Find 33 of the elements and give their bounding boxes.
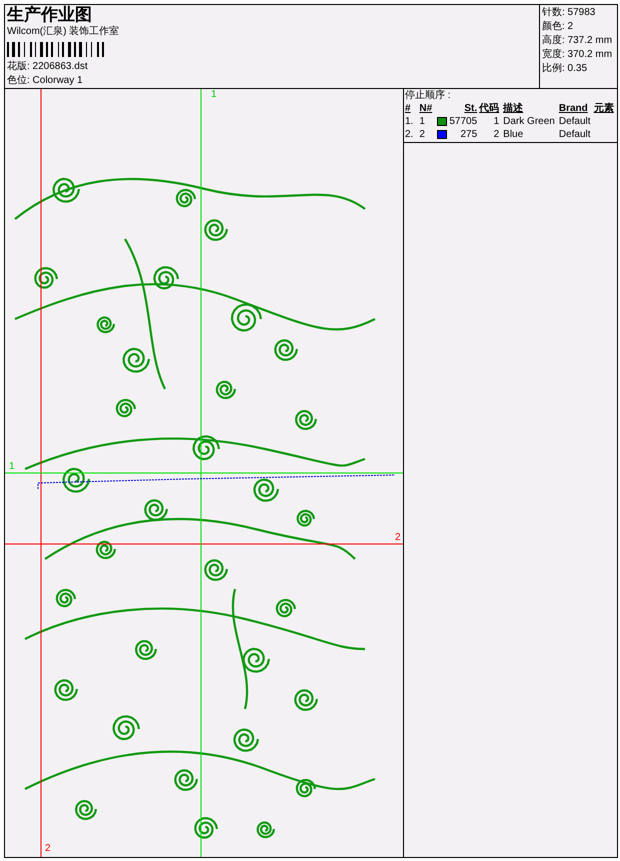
- column-header: Brand: [558, 102, 594, 115]
- table-cell-text: Default: [558, 128, 592, 141]
- column-header: 描述: [503, 102, 559, 115]
- table-cell: 2.: [405, 128, 420, 141]
- company-name: Wilcom(汇泉) 装饰工作室: [7, 25, 120, 39]
- table-cell-text: 57705: [449, 115, 478, 128]
- design-file: 花版: 2206863.dst: [7, 60, 89, 74]
- table-cell-text: 1.: [405, 115, 414, 128]
- column-header: 代码: [479, 102, 504, 115]
- guide-label: 2: [395, 532, 401, 543]
- stat-line: 高度: 737.2 mm: [542, 34, 614, 48]
- stat-line: 针数: 57983: [542, 6, 596, 20]
- table-cell-text: 2: [492, 128, 500, 141]
- column-header: #: [405, 102, 420, 115]
- guide-label: 2: [45, 843, 51, 854]
- column-header: St.: [463, 102, 478, 115]
- stat-line: 比例: 0.35: [542, 62, 588, 76]
- guide-label: 1: [211, 89, 217, 100]
- worksheet-title: 生产作业图: [7, 5, 93, 25]
- column-header: N#: [419, 102, 434, 115]
- stat-line: 颜色: 2: [542, 20, 574, 34]
- stop-sequence-title: 停止顺序 :: [405, 89, 452, 102]
- table-cell-text: Default: [558, 115, 592, 128]
- column-header: 元素: [594, 102, 614, 115]
- guide-label: 1: [9, 461, 15, 472]
- table-cell-text: 1: [419, 115, 426, 128]
- stat-line: 宽度: 370.2 mm: [542, 48, 614, 62]
- table-cell-text: Dark Green: [503, 115, 556, 128]
- table-cell-text: 1: [492, 115, 500, 128]
- colorway-label: 色位: Colorway 1: [7, 74, 84, 88]
- table-cell-text: Blue: [503, 128, 524, 141]
- table-cell-text: 275: [459, 128, 478, 141]
- table-cell-text: 2: [419, 128, 426, 141]
